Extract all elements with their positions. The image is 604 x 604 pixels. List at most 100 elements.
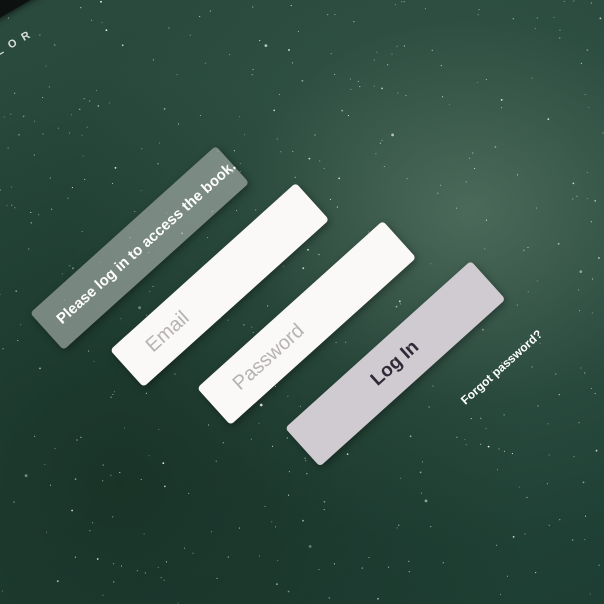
star: [578, 289, 580, 291]
star: [345, 341, 347, 343]
star: [536, 280, 538, 282]
star: [440, 65, 442, 67]
star: [0, 189, 1, 191]
login-screen: LOR Please log in to access the book. Lo…: [0, 0, 604, 604]
star: [42, 96, 44, 99]
star: [11, 186, 13, 188]
star: [112, 516, 114, 518]
star: [71, 114, 73, 116]
star: [376, 51, 378, 53]
star: [499, 594, 502, 596]
star: [69, 265, 71, 267]
star: [299, 405, 301, 407]
star: [162, 462, 165, 464]
star: [305, 460, 307, 462]
star: [33, 154, 35, 156]
star: [403, 45, 405, 47]
star: [526, 496, 528, 498]
star: [274, 385, 276, 387]
star: [105, 29, 108, 32]
star: [238, 527, 241, 529]
star: [586, 197, 588, 200]
star: [275, 526, 277, 528]
star: [110, 474, 112, 476]
star: [140, 478, 142, 480]
star: [558, 394, 560, 396]
star: [572, 182, 575, 185]
star: [74, 478, 77, 480]
star: [449, 103, 451, 105]
star: [50, 484, 52, 486]
star: [336, 206, 338, 208]
star: [57, 127, 59, 129]
star: [319, 160, 321, 162]
star: [442, 96, 444, 98]
star: [346, 453, 349, 455]
star: [276, 583, 278, 585]
star: [30, 222, 32, 224]
star: [163, 579, 165, 581]
star: [559, 519, 561, 521]
star: [598, 564, 600, 566]
star: [199, 114, 201, 117]
star: [136, 570, 138, 572]
star: [13, 501, 15, 503]
star: [121, 44, 124, 47]
star: [537, 405, 539, 407]
star: [288, 471, 290, 473]
star: [277, 560, 279, 562]
star: [51, 208, 53, 210]
star: [548, 454, 550, 456]
star: [233, 150, 235, 152]
star: [375, 153, 377, 155]
star: [67, 197, 69, 199]
star: [189, 34, 191, 36]
star: [408, 571, 410, 573]
star: [430, 526, 432, 528]
star: [420, 492, 423, 494]
star: [388, 566, 390, 568]
star: [282, 265, 284, 267]
forgot-password-link[interactable]: Forgot password?: [458, 327, 545, 407]
star: [80, 7, 82, 9]
star: [586, 171, 588, 174]
star: [406, 178, 408, 180]
star: [547, 118, 550, 120]
star: [474, 167, 476, 170]
star: [534, 27, 536, 30]
star: [327, 14, 329, 16]
star: [72, 267, 74, 270]
star: [394, 4, 396, 6]
star: [401, 1, 403, 3]
star: [580, 62, 582, 64]
star: [288, 49, 290, 51]
star: [523, 249, 525, 251]
star: [100, 0, 102, 3]
star: [409, 435, 412, 438]
star: [134, 210, 136, 213]
star: [584, 515, 587, 517]
star: [586, 49, 589, 51]
star: [163, 108, 166, 110]
star: [430, 263, 432, 265]
star: [89, 100, 91, 102]
star: [517, 174, 519, 176]
star: [329, 199, 331, 201]
star: [563, 0, 565, 2]
star: [113, 391, 116, 393]
star: [158, 142, 161, 144]
star: [379, 142, 381, 144]
star: [584, 372, 586, 374]
star: [271, 521, 273, 523]
star: [20, 324, 22, 326]
star: [244, 134, 246, 136]
star: [500, 107, 503, 109]
star: [335, 341, 337, 344]
star: [480, 417, 482, 419]
star: [391, 133, 394, 137]
star: [176, 74, 178, 76]
star: [252, 331, 254, 333]
star: [573, 456, 575, 458]
star: [54, 448, 56, 450]
star: [535, 207, 538, 209]
